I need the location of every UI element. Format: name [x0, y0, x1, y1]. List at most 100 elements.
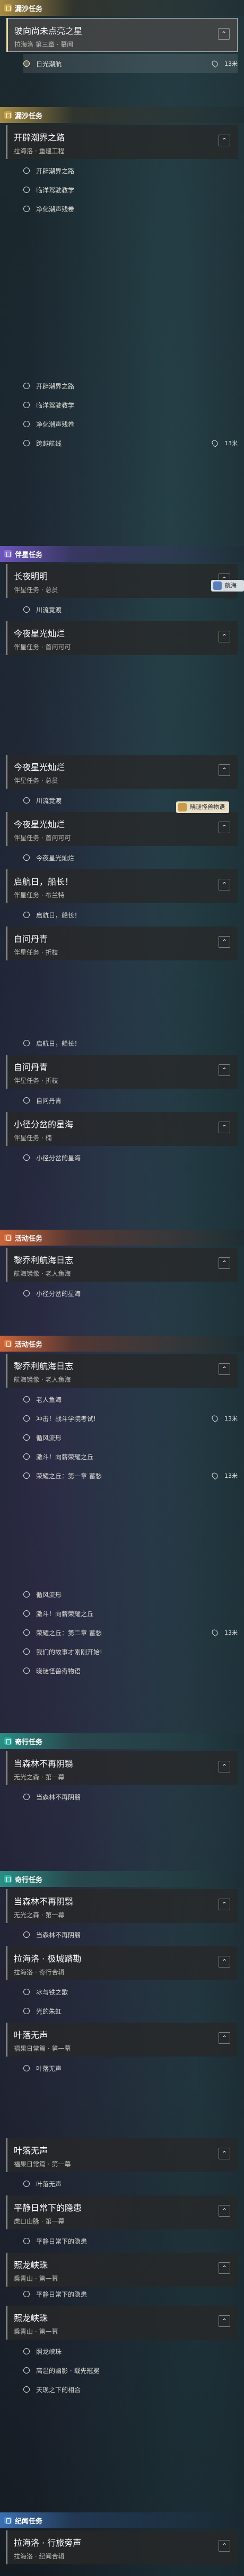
quest-section: 今夜星光灿烂 伴星任务 · 总员 ⌃ 川流竟渡今夜星光灿烂 伴星任务 · 首问可可 ⌃ 今夜…	[0, 753, 244, 963]
objective-item[interactable]: 日光潮航 13米	[23, 54, 238, 73]
collapse-chevron-icon[interactable]: ⌃	[219, 822, 230, 833]
quest-card[interactable]: 照龙峡珠 乘青山 · 第一幕 ⌃	[6, 2253, 238, 2287]
collapse-chevron-icon[interactable]: ⌃	[219, 764, 230, 776]
quest-card[interactable]: 今夜星光灿烂 伴星任务 · 总员 ⌃	[6, 755, 238, 789]
quest-section: 漏沙任务 驶向尚未点亮之星 拉海洛 第三章 · 慕闻 ⌃ 日光潮航 13米	[0, 0, 244, 73]
quest-card[interactable]: 当森林不再阴翳 无光之森 · 第一幕 ⌃	[6, 1751, 238, 1785]
quest-card[interactable]: 自问丹青 伴星任务 · 折枝 ⌃	[6, 1055, 238, 1089]
quest-card[interactable]: 拉海洛 · 行旅旁声 拉海洛 · 纪闻合辑 ⌃	[6, 2530, 238, 2564]
quest-card[interactable]: 照龙峡珠 乘青山 · 第一幕 ⌃	[6, 2306, 238, 2340]
objective-item[interactable]: 临洋驾驶教学	[23, 395, 238, 414]
collapse-chevron-icon[interactable]: ⌃	[219, 2032, 230, 2044]
objective-item[interactable]: 叶落无声	[23, 2174, 238, 2193]
quest-card[interactable]: 开辟潮界之路 拉海洛 · 重建工程 ⌃	[6, 125, 238, 159]
objective-item[interactable]: 我们的故事才刚刚开始!	[23, 1642, 238, 1661]
quest-card[interactable]: 叶落无声 福果日常篇 · 第一幕 ⌃	[6, 2138, 238, 2172]
collapse-chevron-icon[interactable]: ⌃	[219, 1899, 230, 1910]
objective-item[interactable]: 临洋驾驶教学	[23, 180, 238, 199]
collapse-chevron-icon[interactable]: ⌃	[219, 1363, 230, 1375]
quest-type-icon	[4, 1340, 12, 1347]
quest-card[interactable]: 平静日常下的隐患 虎口山脉 · 第一幕 ⌃	[6, 2195, 238, 2229]
quest-subtitle: 拉海洛 第三章 · 慕闻	[14, 41, 74, 48]
quest-subtitle: 拉海洛 · 重建工程	[14, 147, 65, 155]
quest-title: 照龙峡珠	[14, 2313, 48, 2323]
quest-card[interactable]: 今夜星光灿烂 伴星任务 · 首问可可 ⌃	[6, 812, 238, 846]
objective-label: 当森林不再阴翳	[36, 1793, 81, 1801]
collapse-chevron-icon[interactable]: ⌃	[219, 631, 230, 642]
floating-tag[interactable]: 航海镜像	[211, 580, 244, 601]
quest-card[interactable]: 拉海洛 · 极城踏勘 拉海洛 · 奇行合辑 ⌃	[6, 1946, 238, 1980]
quest-card[interactable]: 黎乔利航海日志 航海镜像 · 老人鱼海 ⌃	[6, 1248, 238, 1282]
objective-item[interactable]: 平静日常下的隐患	[23, 2284, 238, 2304]
objective-item[interactable]: 开辟潮界之路	[23, 161, 238, 180]
objective-item[interactable]: 小径分岔的星海	[23, 1148, 238, 1167]
quest-card[interactable]: 黎乔利航海日志 航海镜像 · 老人鱼海 ⌃	[6, 1354, 238, 1388]
objective-item[interactable]: 高温的幽影 · 载先冠冕	[23, 2361, 238, 2380]
objective-ring-icon	[23, 60, 30, 67]
objective-item[interactable]: 净化潮声残卷	[23, 199, 238, 218]
quest-card[interactable]: 小径分岔的星海 伴星任务 · 楠 ⌃	[6, 1112, 238, 1146]
quest-subtitle: 无光之森 · 第一幕	[14, 1774, 65, 1781]
objective-item[interactable]: 启航日，船长！	[23, 905, 238, 924]
section-header: 漏沙任务	[0, 107, 244, 123]
quest-card[interactable]: 驶向尚未点亮之星 拉海洛 第三章 · 慕闻 ⌃	[6, 18, 238, 52]
quest-title: 自问丹青	[14, 1062, 48, 1072]
objective-item[interactable]: 晓谜怪兽奇物语	[23, 1661, 238, 1680]
objective-label: 川流竟渡	[36, 797, 62, 805]
objective-item[interactable]: 川流竟渡	[23, 600, 238, 619]
objective-item[interactable]: 照龙峡珠	[23, 2342, 238, 2361]
collapse-chevron-icon[interactable]: ⌃	[219, 1761, 230, 1772]
objective-item[interactable]: 净化潮声残卷	[23, 414, 238, 434]
collapse-chevron-icon[interactable]: ⌃	[219, 135, 230, 146]
collapse-chevron-icon[interactable]: ⌃	[219, 2205, 230, 2217]
quest-card[interactable]: 叶落无声 福果日常篇 · 第一幕 ⌃	[6, 2023, 238, 2057]
objective-item[interactable]: 激斗！向薪荣耀之丘	[23, 1604, 238, 1623]
collapse-chevron-icon[interactable]: ⌃	[219, 2315, 230, 2327]
collapse-chevron-icon[interactable]: ⌃	[219, 1956, 230, 1968]
quest-card[interactable]: 长夜明明 伴星任务 · 总员 ⌃	[6, 564, 238, 598]
objective-item[interactable]: 小径分岔的星海	[23, 1284, 238, 1303]
collapse-chevron-icon[interactable]: ⌃	[219, 2540, 230, 2552]
collapse-chevron-icon[interactable]: ⌃	[218, 28, 230, 40]
section-header-label: 纪闻任务	[15, 2517, 43, 2526]
quest-title: 拉海洛 · 极城踏勘	[14, 1954, 82, 1964]
objective-item[interactable]: 自问丹青	[23, 1091, 238, 1110]
collapse-chevron-icon[interactable]: ⌃	[219, 2148, 230, 2159]
objective-item[interactable]: 冰与铁之歌	[23, 1982, 238, 2001]
objective-item[interactable]: 光的朱虹	[23, 2001, 238, 2021]
collapse-chevron-icon[interactable]: ⌃	[219, 1122, 230, 1133]
objective-item[interactable]: 荣耀之丘：第二章 蓄愁 13米	[23, 1623, 238, 1642]
quest-card[interactable]: 今夜星光灿烂 伴星任务 · 首问可可 ⌃	[6, 621, 238, 655]
collapse-chevron-icon[interactable]: ⌃	[219, 879, 230, 890]
objective-item[interactable]: 循风流形	[23, 1428, 238, 1447]
collapse-chevron-icon[interactable]: ⌃	[219, 1257, 230, 1269]
tag-avatar-icon	[213, 581, 222, 590]
objective-item[interactable]: 启航日，船长！	[23, 1034, 238, 1053]
quest-card[interactable]: 当森林不再阴翳 无光之森 · 第一幕 ⌃	[6, 1889, 238, 1923]
objective-item[interactable]: 平静日常下的隐患	[23, 2231, 238, 2251]
objective-item[interactable]: 冲击！战斗学院考试! 13米	[23, 1409, 238, 1428]
collapse-chevron-icon[interactable]: ⌃	[219, 936, 230, 948]
collapse-chevron-icon[interactable]: ⌃	[219, 2262, 230, 2274]
objective-item[interactable]: 激斗！向薪荣耀之丘	[23, 1447, 238, 1466]
objective-item[interactable]: 循风流形	[23, 1585, 238, 1604]
objective-item[interactable]: 当森林不再阴翳	[23, 1787, 238, 1806]
objective-item[interactable]: 跨越航线 13米	[23, 434, 238, 453]
floating-tag[interactable]: 晓谜怪兽物语	[176, 801, 229, 813]
quest-subtitle: 拉海洛 · 奇行合辑	[14, 1969, 65, 1976]
objective-item[interactable]: 当森林不再阴翳	[23, 1925, 238, 1944]
objective-item[interactable]: 叶落无声	[23, 2059, 238, 2078]
objective-item[interactable]: 天现之下的相合	[23, 2380, 238, 2399]
objective-item[interactable]: 荣耀之丘：第一章 蓄愁 13米	[23, 1466, 238, 1485]
objective-item[interactable]: 老人鱼海	[23, 1390, 238, 1409]
section-header-label: 漏沙任务	[15, 112, 43, 120]
objective-item[interactable]: 开辟潮界之路	[23, 376, 238, 395]
collapse-chevron-icon[interactable]: ⌃	[219, 1064, 230, 1076]
objective-item[interactable]: 今夜星光灿烂	[23, 848, 238, 867]
location-pin-icon	[211, 59, 219, 68]
quest-card[interactable]: 自问丹青 伴星任务 · 折枝 ⌃	[6, 927, 238, 960]
objective-label: 临洋驾驶教学	[36, 401, 75, 409]
quest-title: 当森林不再阴翳	[14, 1759, 74, 1769]
quest-card[interactable]: 启航日，船长！ 伴星任务 · 布兰特 ⌃	[6, 869, 238, 903]
objective-ring-icon	[23, 2291, 30, 2297]
